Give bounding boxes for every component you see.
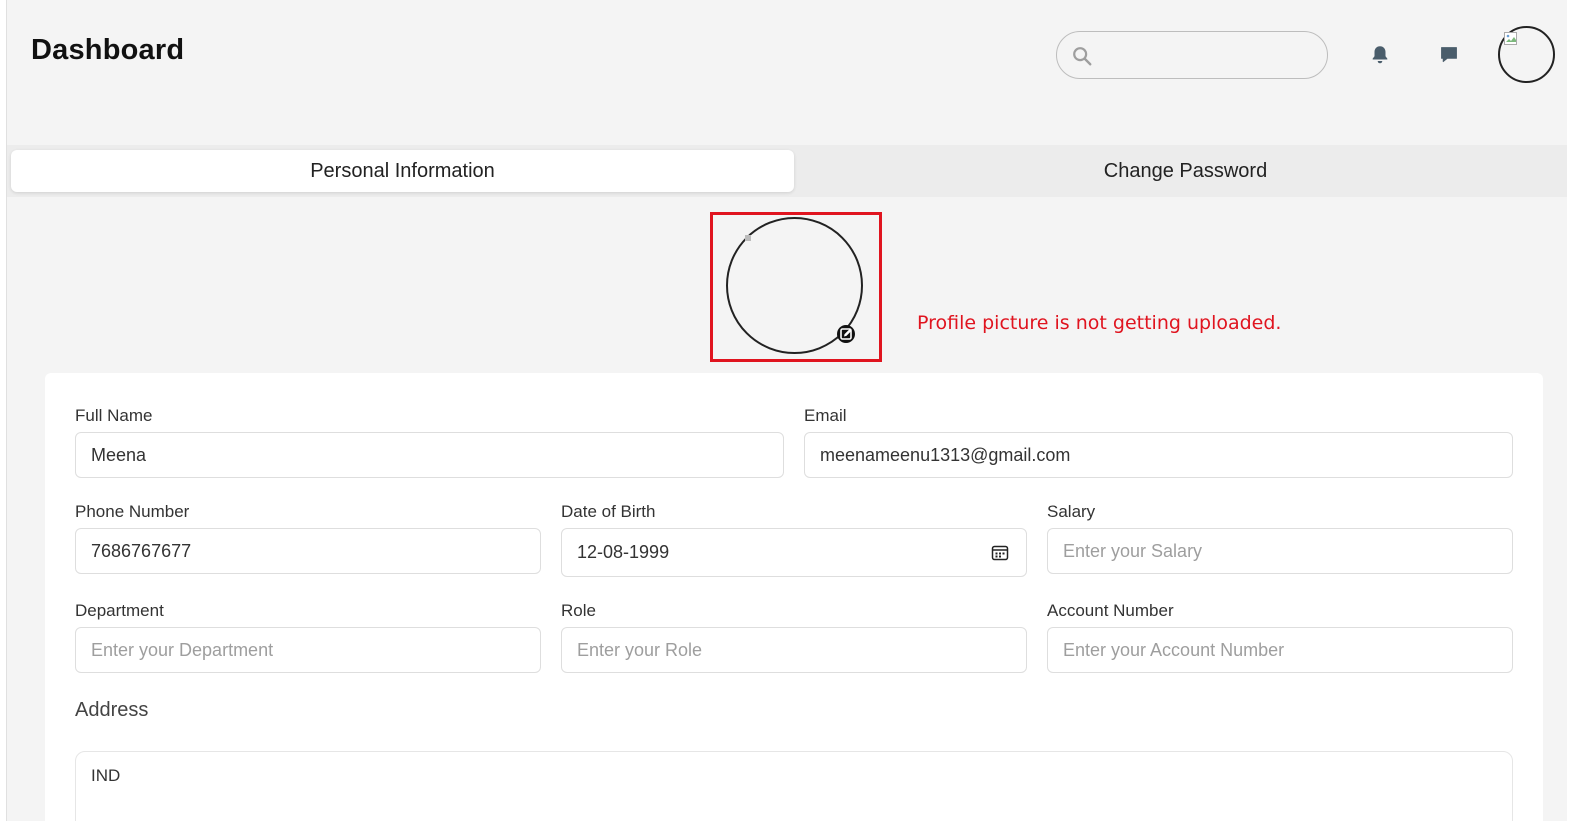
salary-input[interactable] — [1047, 528, 1513, 574]
chat-icon[interactable] — [1439, 45, 1459, 65]
department-label: Department — [75, 601, 164, 620]
page-title: Dashboard — [31, 34, 185, 66]
email-input[interactable] — [804, 432, 1513, 478]
tab-change-password[interactable]: Change Password — [794, 150, 1567, 192]
search-icon — [1073, 47, 1092, 66]
account-number-input[interactable] — [1047, 627, 1513, 673]
role-label: Role — [561, 601, 596, 620]
search-input[interactable] — [1101, 40, 1315, 72]
annotation-highlight-box — [710, 212, 882, 362]
broken-image-icon — [1504, 32, 1517, 45]
salary-label: Salary — [1047, 502, 1096, 521]
annotation-text: Profile picture is not getting uploaded. — [917, 312, 1282, 334]
address-label: Address — [75, 699, 149, 721]
profile-form-card: Full Name Email Phone Number Date of Bir… — [45, 373, 1543, 821]
date-of-birth-input[interactable] — [561, 528, 1027, 577]
full-name-label: Full Name — [75, 406, 153, 425]
address-textarea[interactable]: IND — [75, 751, 1513, 821]
tab-bar: Personal Information Change Password — [7, 145, 1567, 197]
account-number-label: Account Number — [1047, 601, 1174, 620]
dashboard-page: Dashboard Personal Information Change Pa… — [7, 0, 1567, 821]
calendar-icon[interactable] — [991, 544, 1009, 562]
department-input[interactable] — [75, 627, 541, 673]
search-bar[interactable] — [1056, 31, 1328, 79]
phone-number-label: Phone Number — [75, 502, 190, 521]
bell-icon[interactable] — [1369, 44, 1391, 66]
date-of-birth-label: Date of Birth — [561, 502, 656, 521]
email-label: Email — [804, 406, 847, 425]
full-name-input[interactable] — [75, 432, 784, 478]
tab-personal-information[interactable]: Personal Information — [11, 150, 794, 192]
phone-number-input[interactable] — [75, 528, 541, 574]
avatar[interactable] — [1498, 26, 1555, 83]
role-input[interactable] — [561, 627, 1027, 673]
